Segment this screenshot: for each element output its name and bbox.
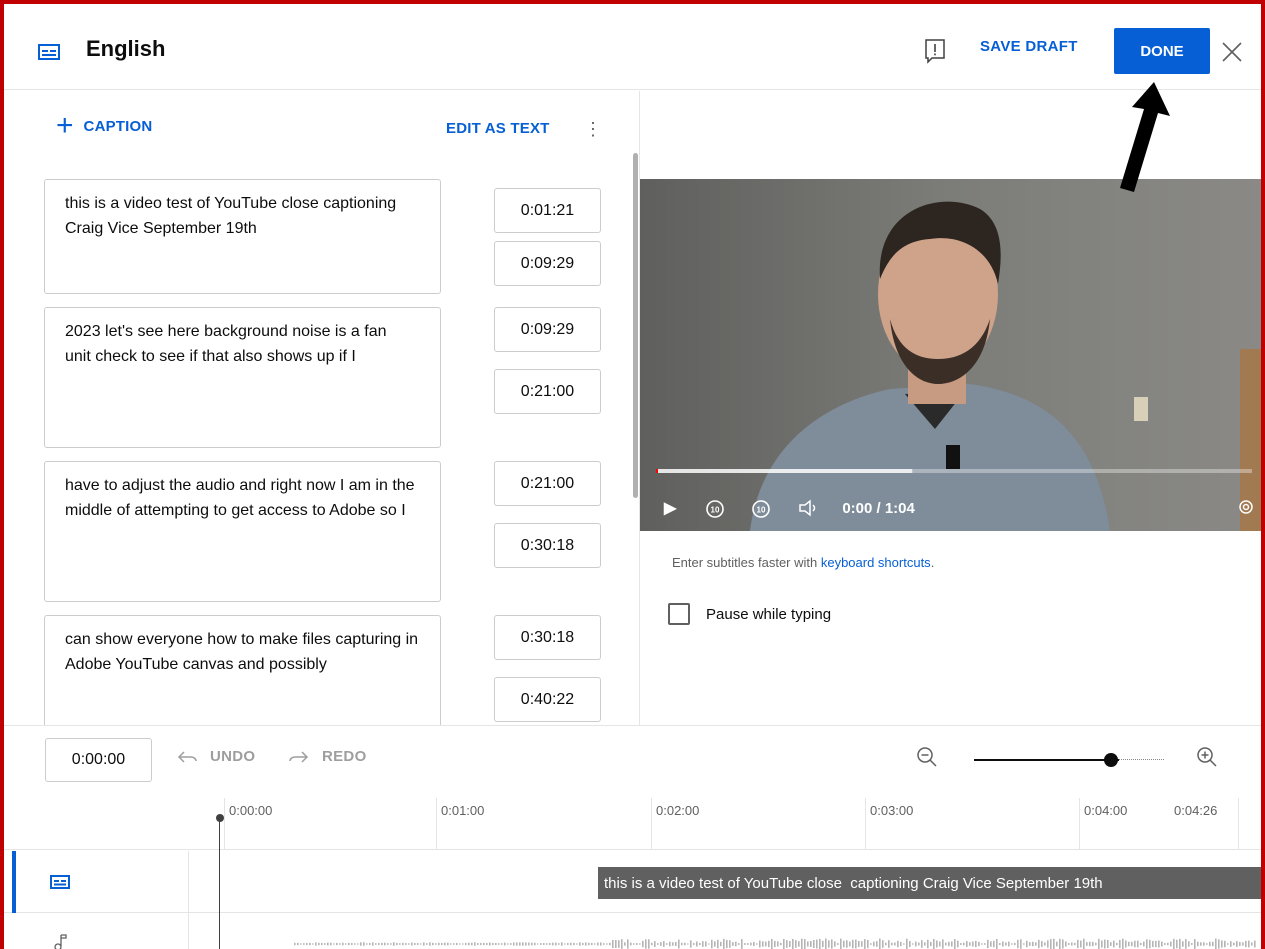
video-frame bbox=[640, 179, 1261, 531]
playhead-handle[interactable] bbox=[216, 814, 224, 822]
caption-end-time[interactable]: 0:21:00 bbox=[494, 369, 601, 414]
caption-text-field[interactable]: 2023 let's see here background noise is … bbox=[44, 307, 441, 448]
add-caption-button[interactable]: + CAPTION bbox=[56, 109, 153, 142]
subtitles-icon bbox=[50, 875, 70, 889]
undo-button[interactable]: UNDO bbox=[176, 748, 255, 765]
current-time-input[interactable]: 0:00:00 bbox=[45, 738, 152, 782]
close-icon[interactable] bbox=[1220, 40, 1244, 64]
caption-end-time[interactable]: 0:40:22 bbox=[494, 677, 601, 722]
rewind-10-icon[interactable]: 10 bbox=[704, 497, 726, 519]
shortcuts-hint: Enter subtitles faster with keyboard sho… bbox=[672, 555, 934, 570]
shortcuts-hint-prefix: Enter subtitles faster with bbox=[672, 555, 821, 570]
caption-text-field[interactable]: have to adjust the audio and right now I… bbox=[44, 461, 441, 602]
editor-header: English SAVE DRAFT DONE bbox=[4, 4, 1261, 90]
caption-end-time[interactable]: 0:30:18 bbox=[494, 523, 601, 568]
settings-gear-icon[interactable] bbox=[1236, 497, 1256, 517]
redo-label: REDO bbox=[322, 748, 367, 765]
ruler-tick: 0:00:00 bbox=[224, 798, 272, 850]
redo-button[interactable]: REDO bbox=[288, 748, 367, 765]
caption-start-time[interactable]: 0:09:29 bbox=[494, 307, 601, 352]
more-options-icon[interactable]: ⋮ bbox=[584, 119, 602, 141]
timeline-ruler[interactable]: 0:00:00 0:01:00 0:02:00 0:03:00 0:04:00 … bbox=[4, 798, 1261, 850]
plus-icon: + bbox=[56, 109, 74, 142]
playhead-line[interactable] bbox=[219, 818, 220, 949]
ruler-tick: 0:04:26 bbox=[1174, 803, 1218, 818]
music-note-icon bbox=[54, 934, 67, 949]
zoom-slider-thumb[interactable] bbox=[1103, 753, 1118, 767]
caption-start-time[interactable]: 0:01:21 bbox=[494, 188, 601, 233]
undo-icon bbox=[177, 750, 197, 763]
ruler-tick: 0:04:00 bbox=[1079, 798, 1127, 850]
edit-as-text-button[interactable]: EDIT AS TEXT bbox=[446, 120, 550, 137]
audio-waveform bbox=[294, 938, 1256, 949]
play-icon[interactable]: ▶ bbox=[664, 498, 676, 518]
zoom-out-icon[interactable] bbox=[916, 746, 938, 768]
video-time-display: 0:00 / 1:04 bbox=[842, 499, 915, 517]
caption-start-time[interactable]: 0:21:00 bbox=[494, 461, 601, 506]
zoom-slider-remaining bbox=[1119, 759, 1164, 761]
caption-track-selected-indicator bbox=[12, 851, 16, 913]
caption-start-time[interactable]: 0:30:18 bbox=[494, 615, 601, 660]
svg-text:10: 10 bbox=[711, 506, 720, 515]
volume-icon[interactable] bbox=[798, 498, 822, 518]
feedback-icon[interactable] bbox=[924, 38, 946, 64]
ruler-tick: 0:03:00 bbox=[865, 798, 913, 850]
video-progress-fill bbox=[656, 469, 913, 473]
subtitles-icon bbox=[38, 44, 60, 60]
svg-text:10: 10 bbox=[757, 506, 766, 515]
keyboard-shortcuts-link[interactable]: keyboard shortcuts bbox=[821, 555, 931, 570]
shortcuts-hint-suffix: . bbox=[930, 555, 935, 570]
pause-while-typing-row[interactable]: Pause while typing bbox=[668, 603, 831, 625]
add-caption-label: CAPTION bbox=[83, 117, 153, 135]
forward-10-icon[interactable]: 10 bbox=[750, 497, 772, 519]
caption-list-scrollbar[interactable] bbox=[633, 153, 638, 498]
caption-text-field[interactable]: this is a video test of YouTube close ca… bbox=[44, 179, 441, 294]
caption-list-panel: + CAPTION EDIT AS TEXT ⋮ this is a video… bbox=[4, 91, 640, 725]
annotation-arrow-icon bbox=[1120, 82, 1170, 192]
ruler-end-divider bbox=[1238, 798, 1239, 850]
video-player[interactable]: ▶ 10 10 0:00 / 1:04 bbox=[640, 179, 1261, 531]
undo-label: UNDO bbox=[210, 748, 256, 765]
screenshot-border-right bbox=[1261, 0, 1265, 949]
caption-text-field[interactable]: can show everyone how to make files capt… bbox=[44, 615, 441, 725]
ruler-tick: 0:01:00 bbox=[436, 798, 484, 850]
timeline-panel: 0:00:00 UNDO REDO 0:00:00 0:01:00 0:02:0… bbox=[4, 725, 1261, 949]
pause-while-typing-checkbox[interactable] bbox=[668, 603, 690, 625]
redo-icon bbox=[289, 750, 309, 763]
ruler-tick: 0:02:00 bbox=[651, 798, 699, 850]
caption-end-time[interactable]: 0:09:29 bbox=[494, 241, 601, 286]
language-title: English bbox=[86, 36, 166, 61]
zoom-in-icon[interactable] bbox=[1196, 746, 1218, 768]
pause-while-typing-label: Pause while typing bbox=[706, 605, 832, 623]
done-button[interactable]: DONE bbox=[1114, 28, 1210, 74]
save-draft-button[interactable]: SAVE DRAFT bbox=[980, 38, 1078, 55]
caption-block[interactable]: this is a video test of YouTube close ca… bbox=[598, 867, 1261, 899]
track-header-divider bbox=[188, 851, 189, 949]
